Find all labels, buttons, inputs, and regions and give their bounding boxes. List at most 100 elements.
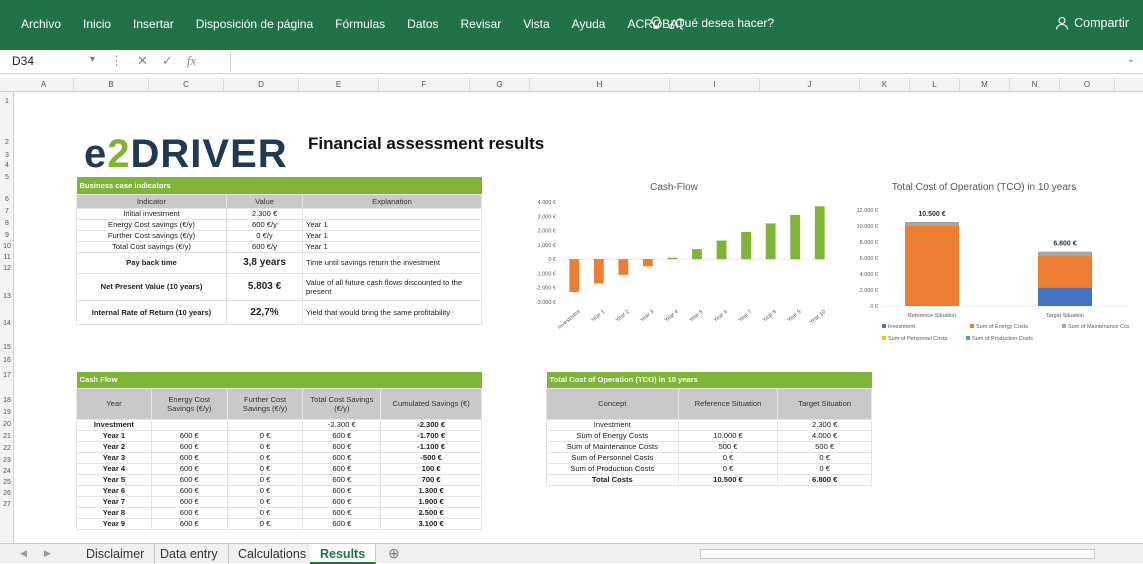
cashflow-cell[interactable]: Year 3 xyxy=(76,451,152,464)
cashflow-cell[interactable]: 0 € xyxy=(226,517,304,530)
bci-cell[interactable]: Yield that would bring the same profitab… xyxy=(302,299,482,325)
tco-cell[interactable]: 500 € xyxy=(677,440,779,453)
name-box[interactable]: D34 ▾ xyxy=(12,54,102,71)
cashflow-cell[interactable]: 600 € xyxy=(302,440,382,453)
row-header[interactable]: 9 xyxy=(0,232,14,239)
cancel-icon[interactable]: ✕ xyxy=(137,53,148,69)
cashflow-cell[interactable]: 600 € xyxy=(302,473,382,486)
tell-me[interactable]: ¿Qué desea hacer? xyxy=(650,16,774,30)
row-header[interactable]: 23 xyxy=(0,457,14,464)
cashflow-cell[interactable]: -1.100 € xyxy=(380,440,482,453)
tco-cell[interactable]: 10.000 € xyxy=(677,429,779,442)
cashflow-cell[interactable]: 0 € xyxy=(226,429,304,442)
cashflow-cell[interactable]: -1.700 € xyxy=(380,429,482,442)
tco-cell[interactable]: 6.800 € xyxy=(777,473,872,486)
cashflow-cell[interactable]: -2.300 € xyxy=(302,418,382,431)
cashflow-cell[interactable]: -2.300 € xyxy=(380,418,482,431)
cashflow-cell[interactable]: 600 € xyxy=(302,462,382,475)
ribbon-tab[interactable]: Insertar xyxy=(122,17,185,31)
horizontal-scrollbar[interactable] xyxy=(700,549,1095,559)
row-header[interactable]: 4 xyxy=(0,162,14,169)
cashflow-cell[interactable]: 700 € xyxy=(380,473,482,486)
cashflow-chart[interactable]: Cash-Flow 4.000 € 3.000 € 2.000 € 1.000 € 0 €… xyxy=(514,178,834,348)
row-header[interactable]: 14 xyxy=(0,320,14,327)
cashflow-cell[interactable]: 600 € xyxy=(302,506,382,519)
cashflow-cell[interactable]: 600 € xyxy=(302,495,382,508)
cashflow-bar[interactable] xyxy=(643,259,653,267)
cashflow-bar[interactable] xyxy=(790,214,801,260)
tco-chart[interactable]: Total Cost of Operation (TCO) in 10 year… xyxy=(834,178,1129,348)
column-header[interactable]: G xyxy=(470,78,530,92)
bci-cell[interactable]: Energy Cost savings (€/y) xyxy=(76,218,227,231)
bci-cell[interactable]: 3,8 years xyxy=(226,251,303,274)
row-header[interactable]: 20 xyxy=(0,421,14,428)
row-header[interactable]: 13 xyxy=(0,293,14,300)
tco-cell[interactable]: 0 € xyxy=(777,451,872,464)
bci-cell[interactable]: Total Cost savings (€/y) xyxy=(76,240,227,253)
row-header[interactable]: 16 xyxy=(0,357,14,364)
cashflow-cell[interactable]: 600 € xyxy=(150,517,228,530)
cashflow-cell[interactable]: 600 € xyxy=(150,506,228,519)
row-header[interactable]: 3 xyxy=(0,152,14,159)
tco-bar-segment[interactable] xyxy=(905,222,959,226)
tco-cell[interactable]: Sum of Production Costs xyxy=(546,462,679,475)
bci-cell[interactable]: Year 1 xyxy=(302,240,482,253)
row-header[interactable]: 15 xyxy=(0,344,14,351)
cashflow-bar[interactable] xyxy=(716,240,727,260)
cashflow-cell[interactable] xyxy=(226,418,304,431)
cashflow-cell[interactable]: Year 1 xyxy=(76,429,152,442)
cashflow-cell[interactable]: Year 8 xyxy=(76,506,152,519)
ribbon-tab[interactable]: Fórmulas xyxy=(324,17,396,31)
share-button[interactable]: Compartir xyxy=(1055,16,1129,30)
add-sheet-icon[interactable]: ⊕ xyxy=(388,545,400,562)
sheet-tab[interactable]: Calculations xyxy=(228,544,318,564)
cashflow-cell[interactable]: Year 4 xyxy=(76,462,152,475)
cashflow-bar[interactable] xyxy=(667,257,678,260)
bci-cell[interactable]: Internal Rate of Return (10 years) xyxy=(76,299,227,325)
cashflow-cell[interactable]: 0 € xyxy=(226,506,304,519)
column-header[interactable]: C xyxy=(149,78,224,92)
bci-cell[interactable]: Net Present Value (10 years) xyxy=(76,272,227,301)
expand-formula-icon[interactable]: ⌄ xyxy=(1127,54,1135,65)
cashflow-cell[interactable]: 600 € xyxy=(150,473,228,486)
column-header[interactable]: L xyxy=(910,78,960,92)
bci-cell[interactable]: 5.803 € xyxy=(226,272,303,301)
chevron-down-icon[interactable]: ▾ xyxy=(90,54,95,65)
tco-cell[interactable]: Sum of Energy Costs xyxy=(546,429,679,442)
sheet-tab[interactable]: Disclaimer xyxy=(76,544,156,564)
column-header[interactable]: N xyxy=(1010,78,1060,92)
row-header[interactable]: 11 xyxy=(0,254,14,261)
cashflow-cell[interactable]: 100 € xyxy=(380,462,482,475)
tco-bar-segment[interactable] xyxy=(905,226,959,306)
cashflow-cell[interactable]: 0 € xyxy=(226,451,304,464)
enter-icon[interactable]: ✓ xyxy=(162,53,173,69)
cashflow-cell[interactable]: Year 5 xyxy=(76,473,152,486)
row-header[interactable]: 24 xyxy=(0,468,14,475)
formula-input[interactable] xyxy=(230,52,1139,72)
cashflow-cell[interactable]: 1.900 € xyxy=(380,495,482,508)
tco-bar-segment[interactable] xyxy=(1038,287,1092,306)
tco-cell[interactable]: Total Costs xyxy=(546,473,679,486)
cashflow-cell[interactable]: Investment xyxy=(76,418,152,431)
column-header[interactable]: A xyxy=(14,78,74,92)
bci-cell[interactable]: 600 €/y xyxy=(226,240,303,253)
ribbon-tab[interactable]: Inicio xyxy=(72,17,122,31)
column-header[interactable]: D xyxy=(224,78,299,92)
row-header[interactable]: 26 xyxy=(0,490,14,497)
cashflow-cell[interactable]: 600 € xyxy=(302,429,382,442)
tco-cell[interactable] xyxy=(677,418,779,431)
column-header[interactable]: M xyxy=(960,78,1010,92)
cashflow-cell[interactable]: 600 € xyxy=(150,429,228,442)
cashflow-bar[interactable] xyxy=(765,223,776,260)
row-header[interactable]: 17 xyxy=(0,372,14,379)
cashflow-cell[interactable] xyxy=(150,418,228,431)
tco-cell[interactable]: 500 € xyxy=(777,440,872,453)
cashflow-cell[interactable]: 0 € xyxy=(226,440,304,453)
column-header[interactable]: O xyxy=(1060,78,1115,92)
sheet[interactable]: e2DRIVER Financial assessment results Bu… xyxy=(14,92,1129,543)
tco-bar-segment[interactable] xyxy=(1038,251,1092,256)
cashflow-bar[interactable] xyxy=(569,259,580,292)
bci-cell[interactable]: Further Cost savings (€/y) xyxy=(76,229,227,242)
next-sheet-icon[interactable]: ▶ xyxy=(44,548,51,559)
bci-cell[interactable]: 0 €/y xyxy=(226,229,303,242)
